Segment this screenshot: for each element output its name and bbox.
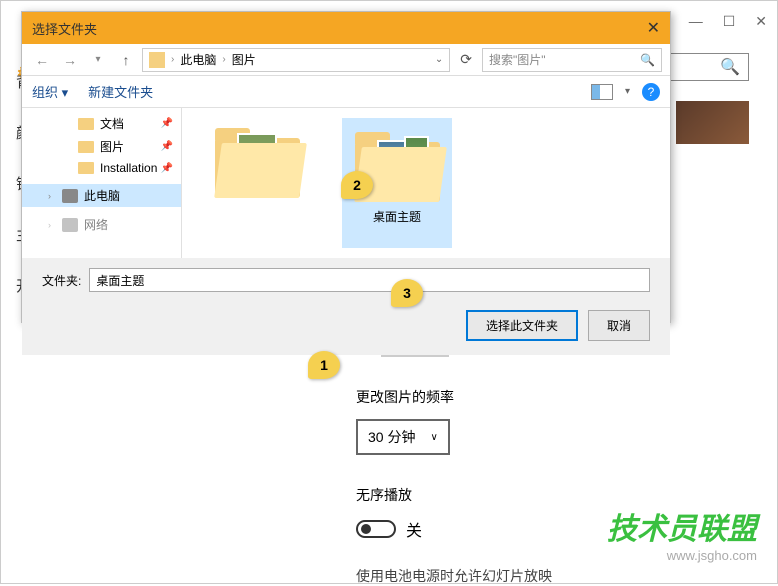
shuffle-title: 无序播放 xyxy=(356,485,656,505)
folder-item[interactable] xyxy=(202,118,312,248)
pin-icon: 📌 xyxy=(161,163,173,174)
pin-icon: 📌 xyxy=(161,118,173,129)
help-icon[interactable]: ? xyxy=(642,83,660,101)
chevron-right-icon: › xyxy=(222,54,225,65)
search-input[interactable]: 搜索"图片" 🔍 xyxy=(482,48,662,72)
breadcrumb[interactable]: › 此电脑 › 图片 ⌄ xyxy=(142,48,450,72)
dialog-buttons: 选择此文件夹 取消 xyxy=(22,302,670,355)
folder-tree: 文档📌 图片📌 Installation📌 ›此电脑 ›网络 xyxy=(22,108,182,258)
dropdown-history-icon[interactable]: ▾ xyxy=(86,48,110,72)
annotation-3: 3 xyxy=(391,279,423,307)
folder-icon xyxy=(78,118,94,130)
tree-item[interactable]: ›网络 xyxy=(22,213,181,236)
folder-name-input[interactable] xyxy=(89,268,650,292)
battery-text: 使用电池电源时允许幻灯片放映 xyxy=(356,566,656,586)
dialog-title: 选择文件夹 xyxy=(32,19,647,38)
up-icon[interactable]: ↑ xyxy=(114,48,138,72)
refresh-icon[interactable]: ⟳ xyxy=(454,51,478,68)
watermark: 技术员联盟 www.jsgho.com xyxy=(607,504,757,563)
search-icon: 🔍 xyxy=(640,53,655,67)
new-folder-button[interactable]: 新建文件夹 xyxy=(88,82,153,101)
folder-icon xyxy=(149,52,165,68)
forward-icon[interactable]: → xyxy=(58,48,82,72)
max-icon[interactable]: ☐ xyxy=(723,13,736,30)
min-icon[interactable]: — xyxy=(689,13,703,29)
folder-icon xyxy=(78,141,94,153)
expand-icon[interactable]: › xyxy=(48,191,51,201)
dialog-titlebar: 选择文件夹 ✕ xyxy=(22,12,670,44)
expand-icon[interactable]: › xyxy=(48,220,51,230)
view-dropdown-icon[interactable]: ▾ xyxy=(625,86,630,97)
breadcrumb-current[interactable]: 图片 xyxy=(232,51,256,68)
view-icon[interactable] xyxy=(591,84,613,100)
breadcrumb-root[interactable]: 此电脑 xyxy=(180,51,216,68)
select-folder-button[interactable]: 选择此文件夹 xyxy=(466,310,578,341)
chevron-down-icon: ∨ xyxy=(430,432,437,443)
frequency-dropdown[interactable]: 30 分钟 ∨ xyxy=(356,419,450,455)
network-icon xyxy=(62,218,78,232)
pin-icon: 📌 xyxy=(161,141,173,152)
dropdown-value: 30 分钟 xyxy=(368,427,415,447)
file-pane[interactable]: 桌面主题 xyxy=(182,108,670,258)
tree-item[interactable]: 图片📌 xyxy=(22,135,181,158)
back-icon[interactable]: ← xyxy=(30,48,54,72)
folder-label: 文件夹: xyxy=(42,272,81,289)
chevron-down-icon[interactable]: ⌄ xyxy=(435,54,443,65)
annotation-2: 2 xyxy=(341,171,373,199)
tree-item-selected[interactable]: ›此电脑 xyxy=(22,184,181,207)
cancel-button[interactable]: 取消 xyxy=(588,310,650,341)
shuffle-toggle[interactable] xyxy=(356,520,396,538)
toolbar: 组织 ▾ 新建文件夹 ▾ ? xyxy=(22,76,670,108)
toggle-state: 关 xyxy=(406,517,422,541)
pc-icon xyxy=(62,189,78,203)
folder-picker-dialog: 选择文件夹 ✕ ← → ▾ ↑ › 此电脑 › 图片 ⌄ ⟳ 搜索"图片" 🔍 … xyxy=(21,11,671,323)
close-icon[interactable]: ✕ xyxy=(755,13,767,30)
tree-item[interactable]: 文档📌 xyxy=(22,112,181,135)
nav-bar: ← → ▾ ↑ › 此电脑 › 图片 ⌄ ⟳ 搜索"图片" 🔍 xyxy=(22,44,670,76)
wallpaper-thumbnail xyxy=(676,101,749,144)
chevron-right-icon: › xyxy=(171,54,174,65)
folder-icon xyxy=(78,162,94,174)
search-icon: 🔍 xyxy=(720,57,740,77)
tree-item[interactable]: Installation📌 xyxy=(22,158,181,178)
organize-menu[interactable]: 组织 ▾ xyxy=(32,82,68,101)
folder-name-bar: 文件夹: xyxy=(22,258,670,302)
annotation-1: 1 xyxy=(308,351,340,379)
search-placeholder: 搜索"图片" xyxy=(489,51,546,68)
frequency-title: 更改图片的频率 xyxy=(356,387,656,407)
close-icon[interactable]: ✕ xyxy=(647,18,660,38)
